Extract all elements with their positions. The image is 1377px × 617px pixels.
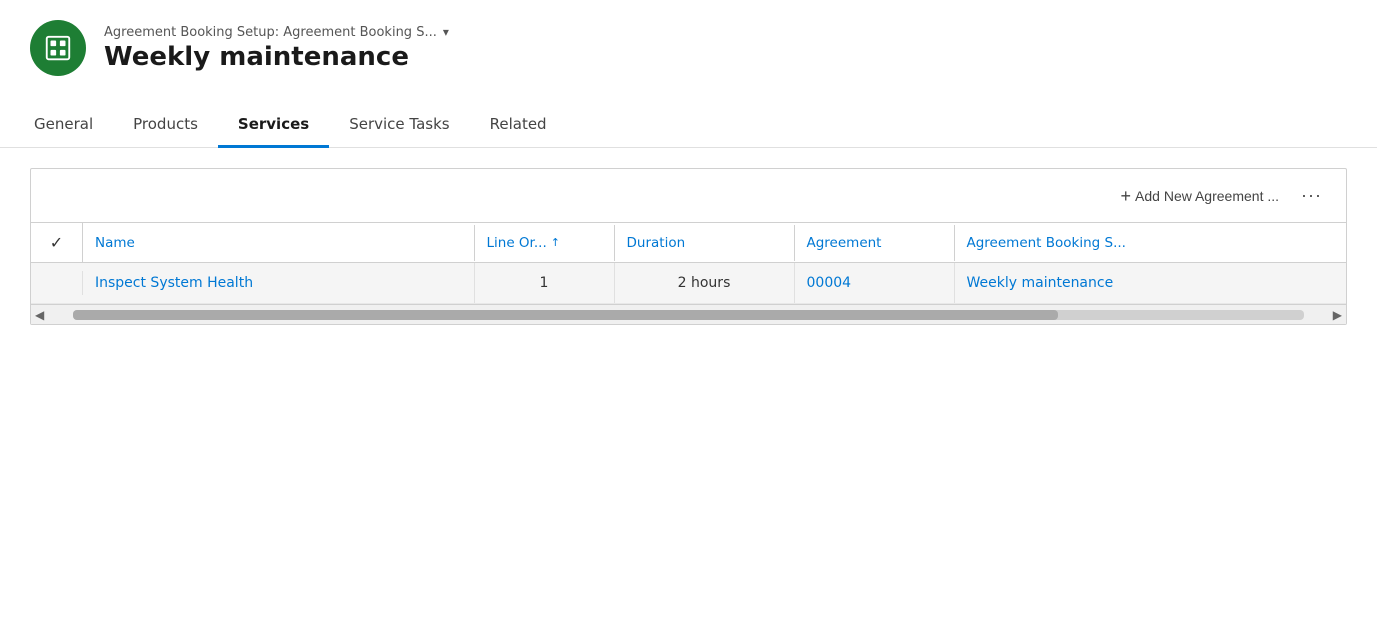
tab-related[interactable]: Related [470,105,567,148]
add-plus-icon: + [1121,187,1132,205]
scroll-track [73,310,1304,320]
column-header-name[interactable]: Name [83,225,475,261]
breadcrumb-text: Agreement Booking Setup: Agreement Booki… [104,25,437,40]
page-header: Agreement Booking Setup: Agreement Booki… [0,0,1377,86]
add-new-label: Add New Agreement ... [1135,188,1279,204]
horizontal-scrollbar[interactable]: ◀ ▶ [31,304,1346,324]
header-text: Agreement Booking Setup: Agreement Booki… [104,25,449,72]
row-duration-cell: 2 hours [615,263,795,303]
scroll-left-button[interactable]: ◀ [35,308,44,322]
tab-service-tasks[interactable]: Service Tasks [329,105,469,148]
grid-container: + Add New Agreement ... ··· ✓ Name Line … [30,168,1347,325]
grid-toolbar: + Add New Agreement ... ··· [31,169,1346,223]
sort-arrow-icon: ↑ [551,236,560,249]
scroll-thumb [73,310,1058,320]
agreement-booking-icon [43,33,73,63]
row-agreement-cell[interactable]: 00004 [795,263,955,303]
column-header-line-order[interactable]: Line Or... ↑ [475,225,615,261]
scroll-right-button[interactable]: ▶ [1333,308,1342,322]
tab-products[interactable]: Products [113,105,218,148]
column-header-agreement[interactable]: Agreement [795,225,955,261]
main-content: + Add New Agreement ... ··· ✓ Name Line … [0,148,1377,345]
more-options-button[interactable]: ··· [1293,181,1330,210]
row-name-cell[interactable]: Inspect System Health [83,263,475,303]
app-icon [30,20,86,76]
row-agreement-booking-cell[interactable]: Weekly maintenance [955,263,1347,303]
row-line-order-cell: 1 [475,263,615,303]
tab-services[interactable]: Services [218,105,329,148]
breadcrumb[interactable]: Agreement Booking Setup: Agreement Booki… [104,25,449,40]
breadcrumb-chevron[interactable]: ▾ [443,25,449,39]
row-check-cell[interactable] [31,271,83,295]
nav-tabs: General Products Services Service Tasks … [0,104,1377,148]
tab-general[interactable]: General [30,105,113,148]
add-new-button[interactable]: + Add New Agreement ... [1115,183,1285,209]
column-header-check[interactable]: ✓ [31,223,83,262]
table-row: Inspect System Health 1 2 hours 00004 We… [31,263,1346,304]
column-header-duration[interactable]: Duration [615,225,795,261]
page-title: Weekly maintenance [104,42,449,72]
column-header-agreement-booking[interactable]: Agreement Booking S... [955,225,1347,261]
grid-header: ✓ Name Line Or... ↑ Duration Agreement A… [31,223,1346,263]
